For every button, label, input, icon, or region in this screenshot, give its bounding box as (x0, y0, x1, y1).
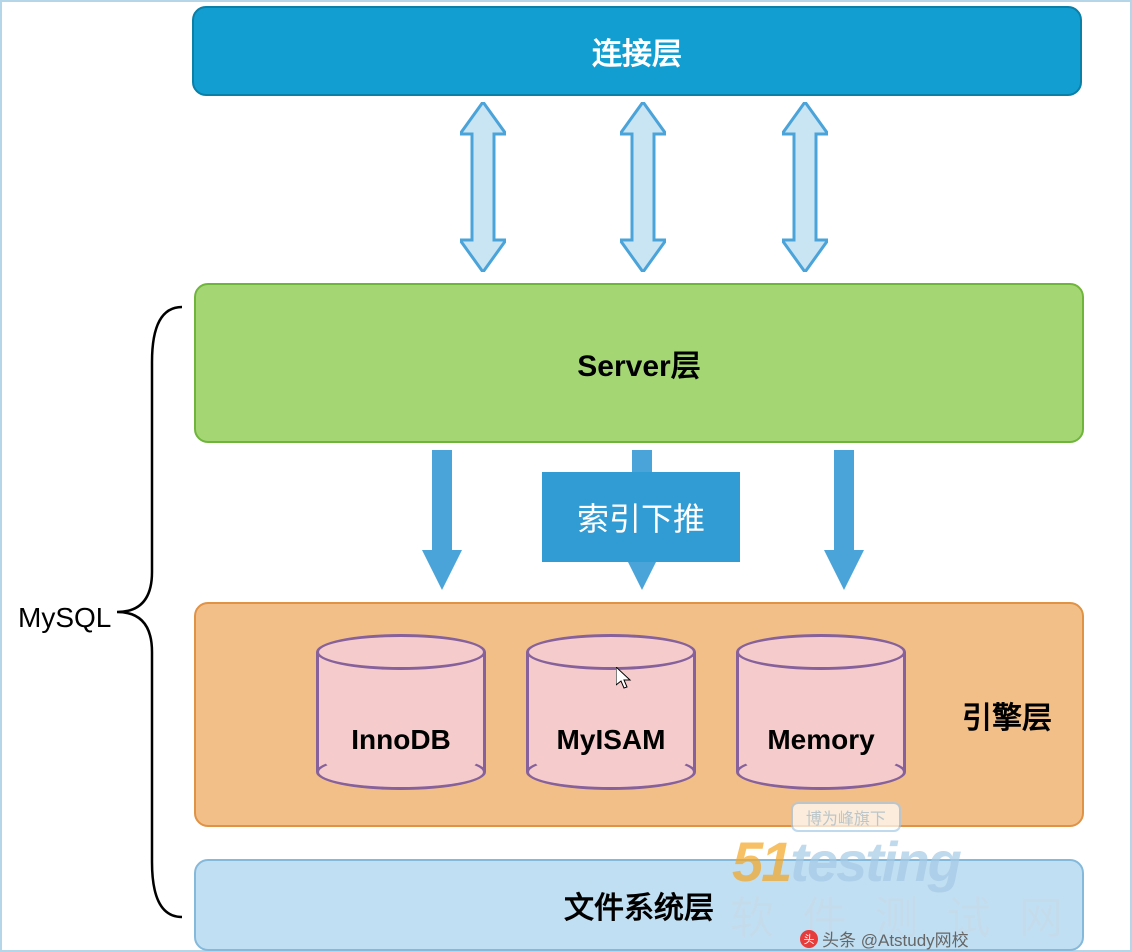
diagram-canvas: 连接层 Server层 索引下推 (0, 0, 1132, 952)
double-arrow-icon (620, 102, 666, 272)
engine-label-memory: Memory (736, 724, 906, 756)
engine-label-myisam: MyISAM (526, 724, 696, 756)
server-layer-box: Server层 (194, 283, 1084, 443)
toutiao-icon: 头 (800, 930, 818, 948)
engine-cylinder-myisam: MyISAM (526, 634, 696, 774)
engine-layer-box: InnoDB MyISAM Memory 引擎层 (194, 602, 1084, 827)
cursor-icon (616, 667, 634, 696)
engine-label-innodb: InnoDB (316, 724, 486, 756)
connection-layer-label: 连接层 (592, 29, 682, 73)
down-arrow-icon (824, 450, 864, 590)
attribution-text: 头 头条 @Atstudy网校 (800, 926, 969, 951)
connection-layer-box: 连接层 (192, 6, 1082, 96)
filesystem-layer-label: 文件系统层 (564, 883, 714, 927)
double-arrow-icon (460, 102, 506, 272)
watermark-badge: 博为峰旗下 (791, 802, 901, 832)
watermark: 博为峰旗下 51testing (732, 802, 960, 890)
engine-cylinder-innodb: InnoDB (316, 634, 486, 774)
bracket-icon (112, 302, 182, 922)
engine-cylinder-memory: Memory (736, 634, 906, 774)
down-arrow-icon (422, 450, 462, 590)
mysql-side-label: MySQL (18, 602, 111, 634)
server-layer-label: Server层 (577, 341, 700, 385)
index-pushdown-box: 索引下推 (542, 472, 740, 562)
engine-layer-label: 引擎层 (962, 693, 1052, 737)
double-arrow-icon (782, 102, 828, 272)
index-pushdown-label: 索引下推 (577, 494, 705, 540)
